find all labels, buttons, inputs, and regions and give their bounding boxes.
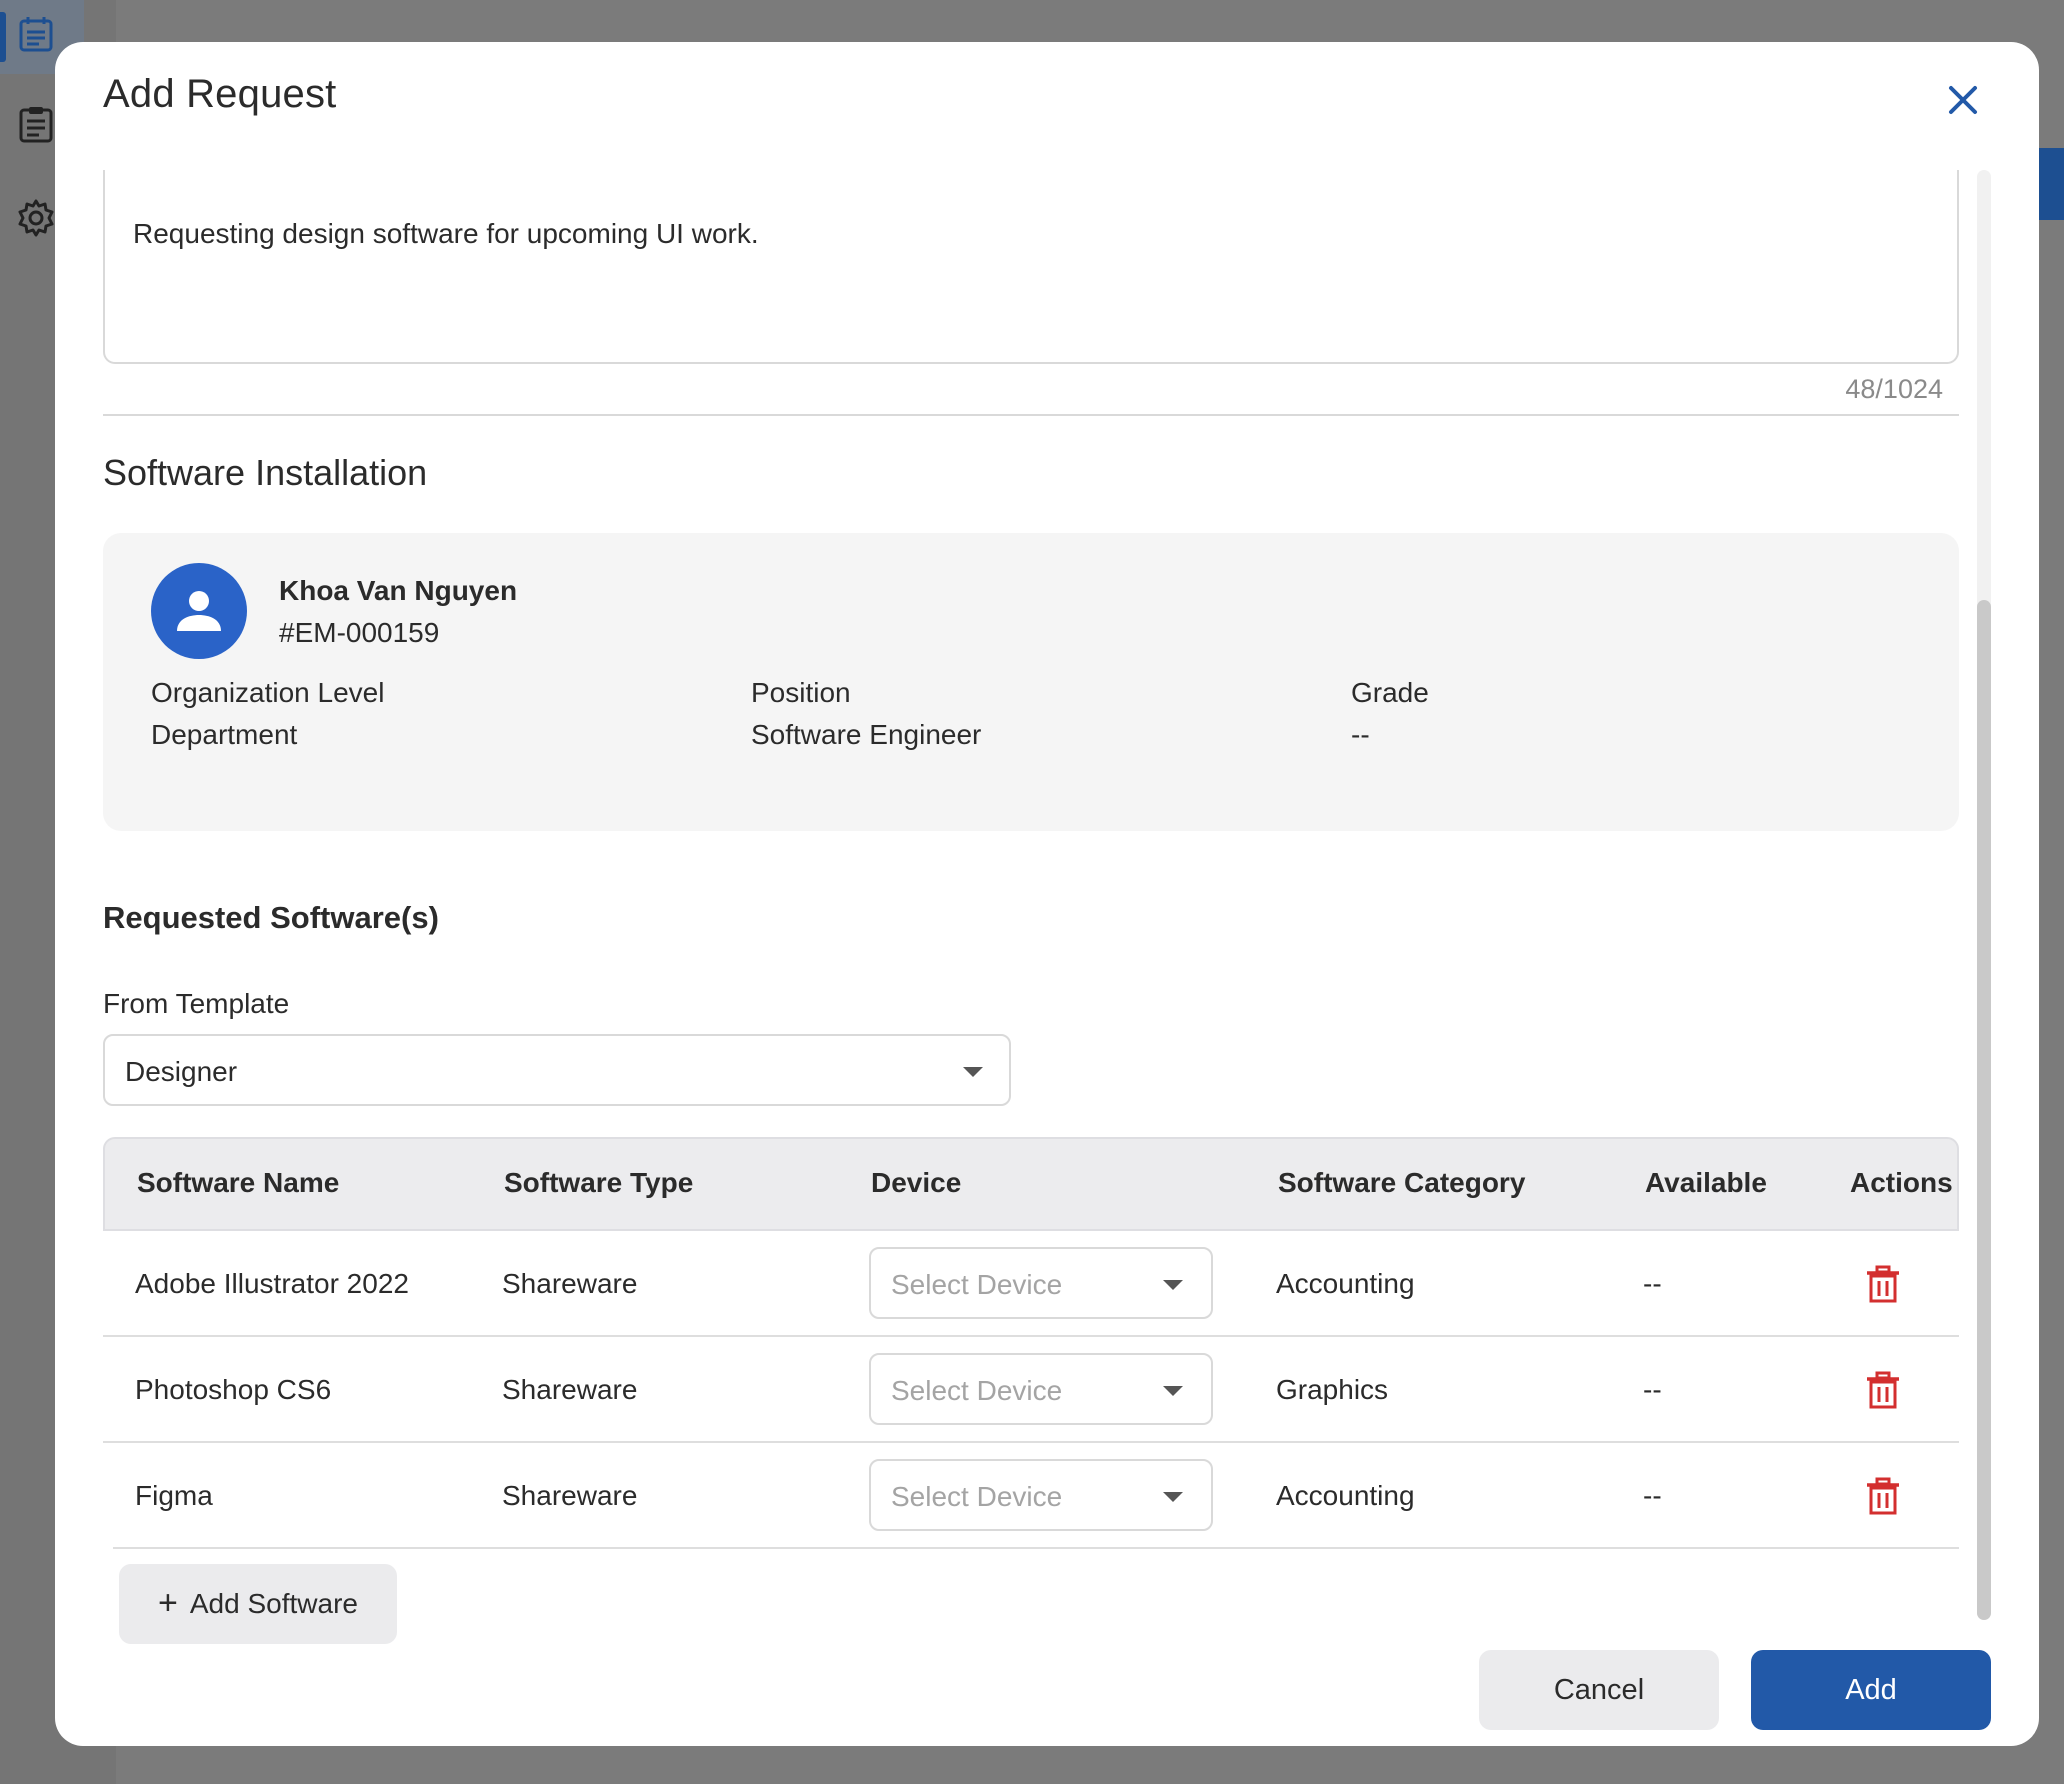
add-request-dialog: Add Request Requesting design software f… xyxy=(55,42,2039,1746)
header-available: Available xyxy=(1645,1167,1767,1198)
software-name-cell: Adobe Illustrator 2022 xyxy=(135,1268,409,1299)
available-cell: -- xyxy=(1643,1480,1662,1511)
trash-icon[interactable] xyxy=(1865,1371,1901,1409)
grade-value: -- xyxy=(1351,719,1370,750)
organization-level-label: Organization Level xyxy=(151,677,385,708)
chevron-down-icon xyxy=(1163,1280,1183,1290)
trash-icon[interactable] xyxy=(1865,1477,1901,1515)
header-software-category: Software Category xyxy=(1278,1167,1526,1198)
device-placeholder: Select Device xyxy=(891,1375,1063,1406)
chevron-down-icon xyxy=(963,1067,983,1077)
clipboard-icon[interactable] xyxy=(16,104,56,144)
software-category-cell: Accounting xyxy=(1276,1480,1415,1511)
section-divider xyxy=(103,414,1959,416)
available-cell: -- xyxy=(1643,1268,1662,1299)
close-icon xyxy=(1949,86,1977,114)
character-count: 48/1024 xyxy=(1845,374,1943,404)
software-category-cell: Graphics xyxy=(1276,1374,1389,1405)
template-select[interactable]: Designer xyxy=(103,1034,1011,1106)
software-name-cell: Figma xyxy=(135,1480,213,1511)
chevron-down-icon xyxy=(1163,1386,1183,1396)
close-button[interactable] xyxy=(1935,72,1991,128)
software-type-cell: Shareware xyxy=(502,1374,638,1405)
grade-label: Grade xyxy=(1351,677,1429,708)
header-software-type: Software Type xyxy=(504,1167,694,1198)
device-select[interactable]: Select Device xyxy=(869,1353,1213,1425)
template-label: From Template xyxy=(103,988,290,1019)
add-software-button[interactable]: + Add Software xyxy=(119,1564,397,1644)
trash-icon[interactable] xyxy=(1865,1265,1901,1303)
dialog-title: Add Request xyxy=(103,72,337,116)
nav-active-indicator xyxy=(0,12,6,62)
section-title: Software Installation xyxy=(103,452,428,493)
software-type-cell: Shareware xyxy=(502,1268,638,1299)
dialog-content: Requesting design software for upcoming … xyxy=(103,170,1963,1644)
header-device: Device xyxy=(871,1167,962,1198)
software-name-cell: Photoshop CS6 xyxy=(135,1374,332,1405)
plus-icon: + xyxy=(158,1583,178,1622)
avatar xyxy=(151,563,247,659)
table-row: Adobe Illustrator 2022 Shareware Select … xyxy=(103,1231,1959,1337)
description-textarea[interactable]: Requesting design software for upcoming … xyxy=(103,170,1959,364)
cancel-button[interactable]: Cancel xyxy=(1479,1650,1719,1730)
requested-software-title: Requested Software(s) xyxy=(103,900,439,935)
position-value: Software Engineer xyxy=(751,719,982,750)
template-value: Designer xyxy=(125,1056,238,1087)
description-text: Requesting design software for upcoming … xyxy=(133,218,759,249)
device-placeholder: Select Device xyxy=(891,1269,1063,1300)
gear-icon[interactable] xyxy=(16,198,56,238)
software-type-cell: Shareware xyxy=(502,1480,638,1511)
header-software-name: Software Name xyxy=(137,1167,340,1198)
person-icon xyxy=(177,591,221,631)
employee-name: Khoa Van Nguyen xyxy=(279,575,518,606)
employee-card: Khoa Van Nguyen #EM-000159 Organization … xyxy=(103,533,1959,831)
device-placeholder: Select Device xyxy=(891,1481,1063,1512)
header-actions: Actions xyxy=(1850,1167,1953,1198)
scrollbar-thumb[interactable] xyxy=(1977,600,1991,1620)
software-category-cell: Accounting xyxy=(1276,1268,1415,1299)
chevron-down-icon xyxy=(1163,1492,1183,1502)
employee-id: #EM-000159 xyxy=(279,617,440,648)
calendar-list-icon xyxy=(19,17,53,52)
table-header: Software Name Software Type Device Softw… xyxy=(103,1137,1959,1231)
add-software-label: Add Software xyxy=(189,1588,358,1619)
device-select[interactable]: Select Device xyxy=(869,1247,1213,1319)
table-row: Figma Shareware Select Device Accounting… xyxy=(113,1443,1959,1549)
device-select[interactable]: Select Device xyxy=(869,1459,1213,1531)
table-row: Photoshop CS6 Shareware Select Device Gr… xyxy=(103,1337,1959,1443)
available-cell: -- xyxy=(1643,1374,1662,1405)
add-button[interactable]: Add xyxy=(1751,1650,1991,1730)
scrollbar[interactable] xyxy=(1977,170,1991,1620)
position-label: Position xyxy=(751,677,851,708)
software-table: Software Name Software Type Device Softw… xyxy=(103,1137,1959,1549)
organization-level-value: Department xyxy=(151,719,298,750)
